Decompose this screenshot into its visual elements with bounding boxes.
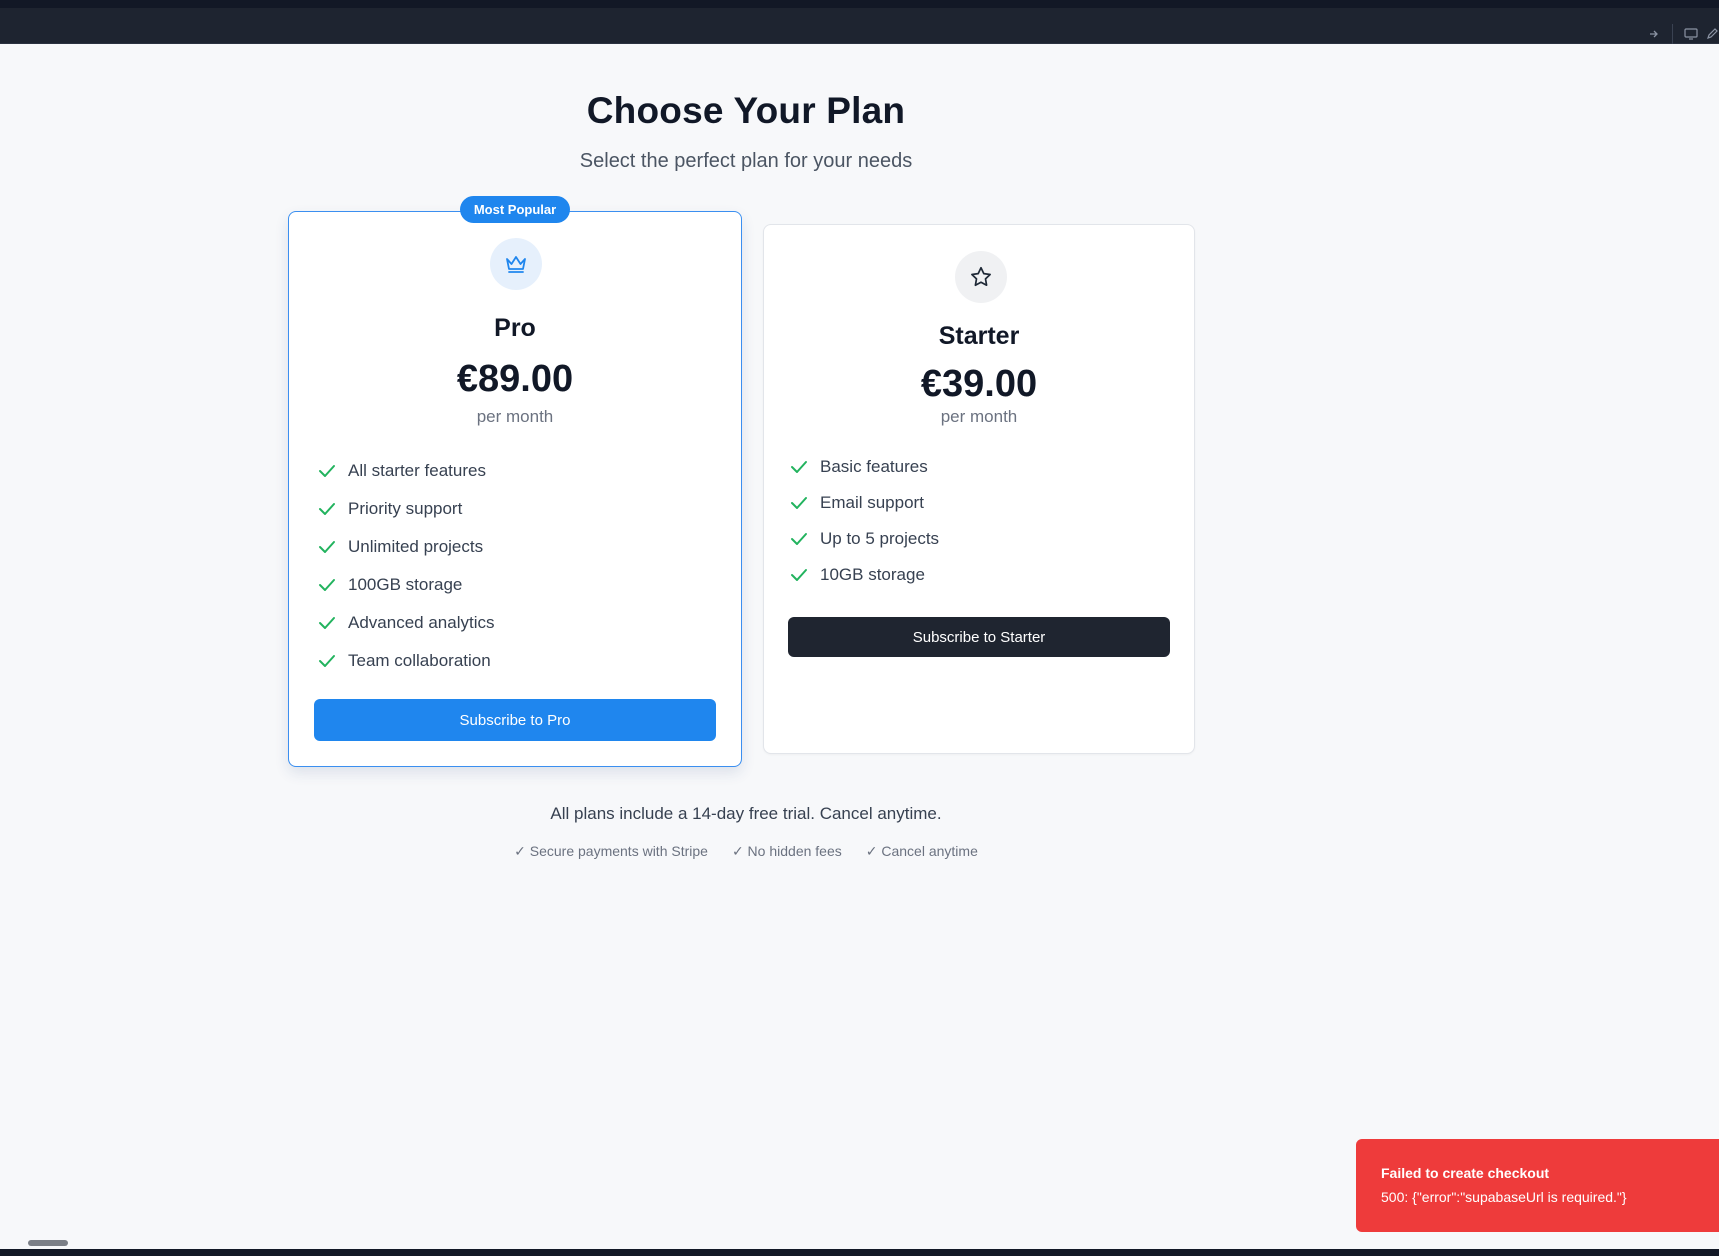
page-subtitle: Select the perfect plan for your needs bbox=[579, 150, 913, 172]
feature-label: Advanced analytics bbox=[348, 613, 495, 632]
scroll-handle[interactable] bbox=[28, 1240, 68, 1246]
monitor-icon[interactable] bbox=[1677, 24, 1705, 44]
feature-label: Team collaboration bbox=[348, 651, 491, 670]
trust-badge-stripe: ✓ Secure payments with Stripe bbox=[514, 843, 708, 859]
check-icon bbox=[316, 574, 338, 596]
plan-name: Pro bbox=[494, 314, 536, 342]
browser-toolbar bbox=[0, 8, 1719, 44]
check-icon bbox=[316, 650, 338, 672]
error-toast[interactable]: Failed to create checkout 500: {"error":… bbox=[1356, 1139, 1719, 1232]
trust-badge-fees: ✓ No hidden fees bbox=[731, 843, 842, 859]
check-icon bbox=[788, 492, 810, 514]
list-item: Email support bbox=[788, 485, 939, 521]
plan-period: per month bbox=[476, 407, 554, 426]
trust-badges: ✓ Secure payments with Stripe ✓ No hidde… bbox=[0, 843, 1492, 860]
check-icon bbox=[316, 460, 338, 482]
feature-list: All starter features Priority support Un… bbox=[316, 452, 494, 680]
edit-icon[interactable] bbox=[1705, 24, 1719, 44]
check-icon bbox=[788, 456, 810, 478]
plan-name: Starter bbox=[938, 322, 1020, 350]
plan-price: €89.00 bbox=[456, 358, 574, 400]
list-item: All starter features bbox=[316, 452, 494, 490]
trust-badge-cancel: ✓ Cancel anytime bbox=[865, 843, 978, 859]
arrow-right-icon[interactable] bbox=[1640, 24, 1668, 44]
window-top-strip bbox=[0, 0, 1719, 8]
feature-label: Unlimited projects bbox=[348, 537, 484, 556]
trial-note: All plans include a 14-day free trial. C… bbox=[550, 804, 942, 823]
check-icon bbox=[788, 564, 810, 586]
check-icon bbox=[316, 536, 338, 558]
list-item: 10GB storage bbox=[788, 557, 939, 593]
page-title: Choose Your Plan bbox=[586, 90, 906, 131]
most-popular-badge: Most Popular bbox=[460, 196, 570, 223]
plan-price: €39.00 bbox=[920, 363, 1038, 405]
plan-card-pro: Pro €89.00 per month All starter feature… bbox=[288, 211, 742, 767]
star-icon bbox=[955, 251, 1007, 303]
feature-label: 100GB storage bbox=[348, 575, 463, 594]
list-item: Basic features bbox=[788, 449, 939, 485]
check-icon bbox=[788, 528, 810, 550]
feature-label: All starter features bbox=[348, 461, 486, 480]
list-item: Up to 5 projects bbox=[788, 521, 939, 557]
feature-list: Basic features Email support Up to 5 pro… bbox=[788, 449, 939, 593]
feature-label: Priority support bbox=[348, 499, 463, 518]
window-bottom-strip bbox=[0, 1249, 1719, 1256]
feature-label: Up to 5 projects bbox=[820, 529, 940, 548]
list-item: Priority support bbox=[316, 490, 494, 528]
list-item: Team collaboration bbox=[316, 642, 494, 680]
list-item: 100GB storage bbox=[316, 566, 494, 604]
toolbar-divider bbox=[1672, 24, 1673, 44]
list-item: Unlimited projects bbox=[316, 528, 494, 566]
feature-label: Email support bbox=[820, 493, 924, 512]
list-item: Advanced analytics bbox=[316, 604, 494, 642]
subscribe-pro-button[interactable]: Subscribe to Pro bbox=[314, 699, 716, 741]
plan-card-starter: Starter €39.00 per month Basic features … bbox=[763, 224, 1195, 754]
crown-icon bbox=[490, 238, 542, 290]
feature-label: Basic features bbox=[820, 457, 928, 476]
subscribe-starter-button[interactable]: Subscribe to Starter bbox=[788, 617, 1170, 657]
toast-title: Failed to create checkout bbox=[1381, 1165, 1550, 1181]
plan-period: per month bbox=[940, 407, 1018, 426]
check-icon bbox=[316, 498, 338, 520]
toolbar-icons bbox=[1640, 24, 1719, 44]
feature-label: 10GB storage bbox=[820, 565, 925, 584]
check-icon bbox=[316, 612, 338, 634]
toast-message: 500: {"error":"supabaseUrl is required."… bbox=[1381, 1189, 1627, 1205]
